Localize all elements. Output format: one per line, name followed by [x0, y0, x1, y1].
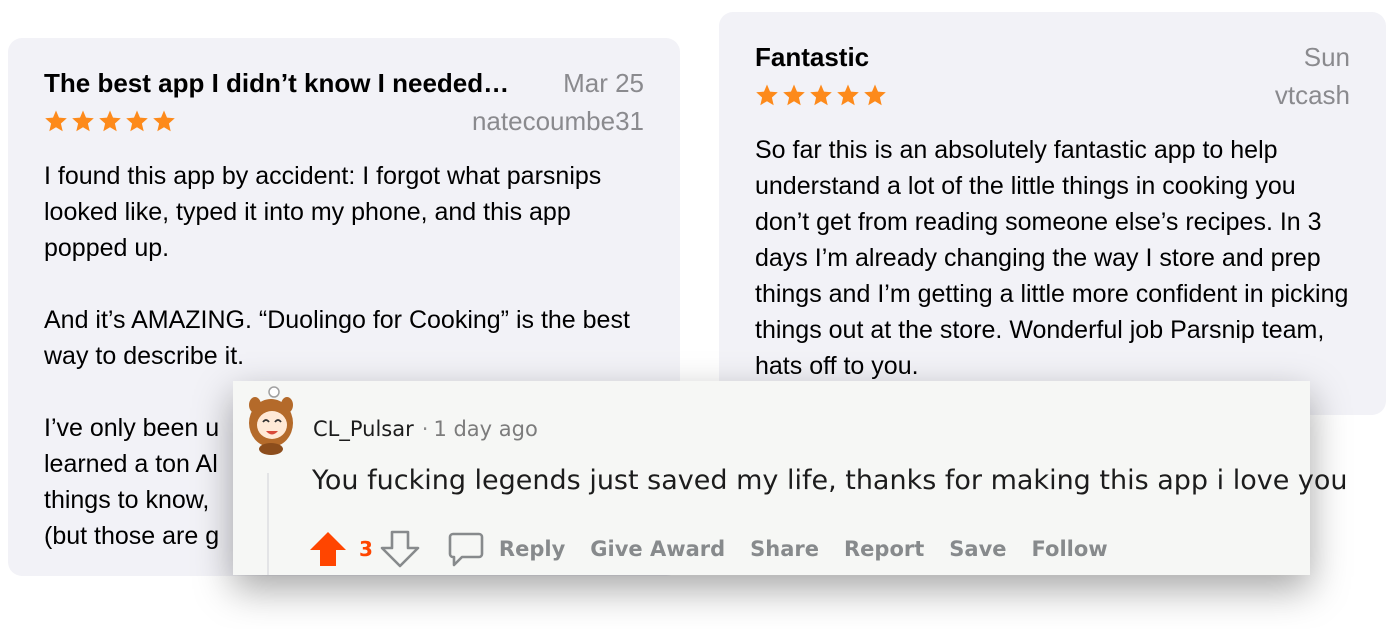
star-rating	[44, 109, 176, 133]
review-author: vtcash	[1274, 80, 1350, 110]
comment-body: You fucking legends just saved my life, …	[312, 465, 1348, 496]
star-icon	[153, 110, 175, 132]
vote-score: 3	[359, 537, 373, 561]
star-icon	[864, 84, 886, 106]
review-paragraph: So far this is an absolutely fantastic a…	[755, 136, 1349, 380]
save-button[interactable]: Save	[949, 537, 1006, 561]
review-title: The best app I didn’t know I needed…	[44, 68, 510, 98]
review-paragraph: I found this app by accident: I forgot w…	[44, 162, 602, 262]
username-link[interactable]: CL_Pulsar	[313, 417, 414, 441]
comment-actions: 3 Reply Give Award Share Report Save Fol…	[307, 529, 1108, 569]
thread-line[interactable]	[267, 473, 269, 575]
meta-separator: ·	[421, 417, 429, 441]
review-author: natecoumbe31	[471, 106, 644, 136]
chat-bubble-icon	[448, 532, 484, 567]
timestamp[interactable]: 1 day ago	[433, 417, 537, 441]
review-date: Sun	[1303, 42, 1350, 72]
follow-button[interactable]: Follow	[1032, 537, 1108, 561]
upvote-arrow-icon[interactable]	[307, 529, 349, 569]
star-icon	[783, 84, 805, 106]
share-button[interactable]: Share	[750, 537, 819, 561]
star-rating	[755, 83, 887, 107]
review-title: Fantastic	[755, 42, 870, 72]
reddit-comment: CL_Pulsar · 1 day ago You fucking legends …	[233, 381, 1348, 575]
comment-meta: CL_Pulsar · 1 day ago	[313, 415, 538, 443]
star-icon	[837, 84, 859, 106]
star-icon	[99, 110, 121, 132]
review-date: Mar 25	[563, 68, 644, 98]
user-avatar-icon[interactable]	[241, 385, 301, 455]
review-body: So far this is an absolutely fantastic a…	[755, 132, 1350, 384]
downvote-arrow-icon[interactable]	[379, 529, 421, 569]
reply-label: Reply	[498, 537, 566, 561]
star-icon	[126, 110, 148, 132]
star-icon	[45, 110, 67, 132]
review-paragraph: And it’s AMAZING. “Duolingo for Cooking”…	[44, 306, 630, 370]
star-icon	[756, 84, 778, 106]
star-icon	[810, 84, 832, 106]
give-award-button[interactable]: Give Award	[590, 537, 725, 561]
reply-button[interactable]: Reply	[447, 530, 565, 568]
star-icon	[72, 110, 94, 132]
review-card: Fantastic Sun vtcash So far this is an a…	[719, 12, 1386, 415]
report-button[interactable]: Report	[844, 537, 924, 561]
